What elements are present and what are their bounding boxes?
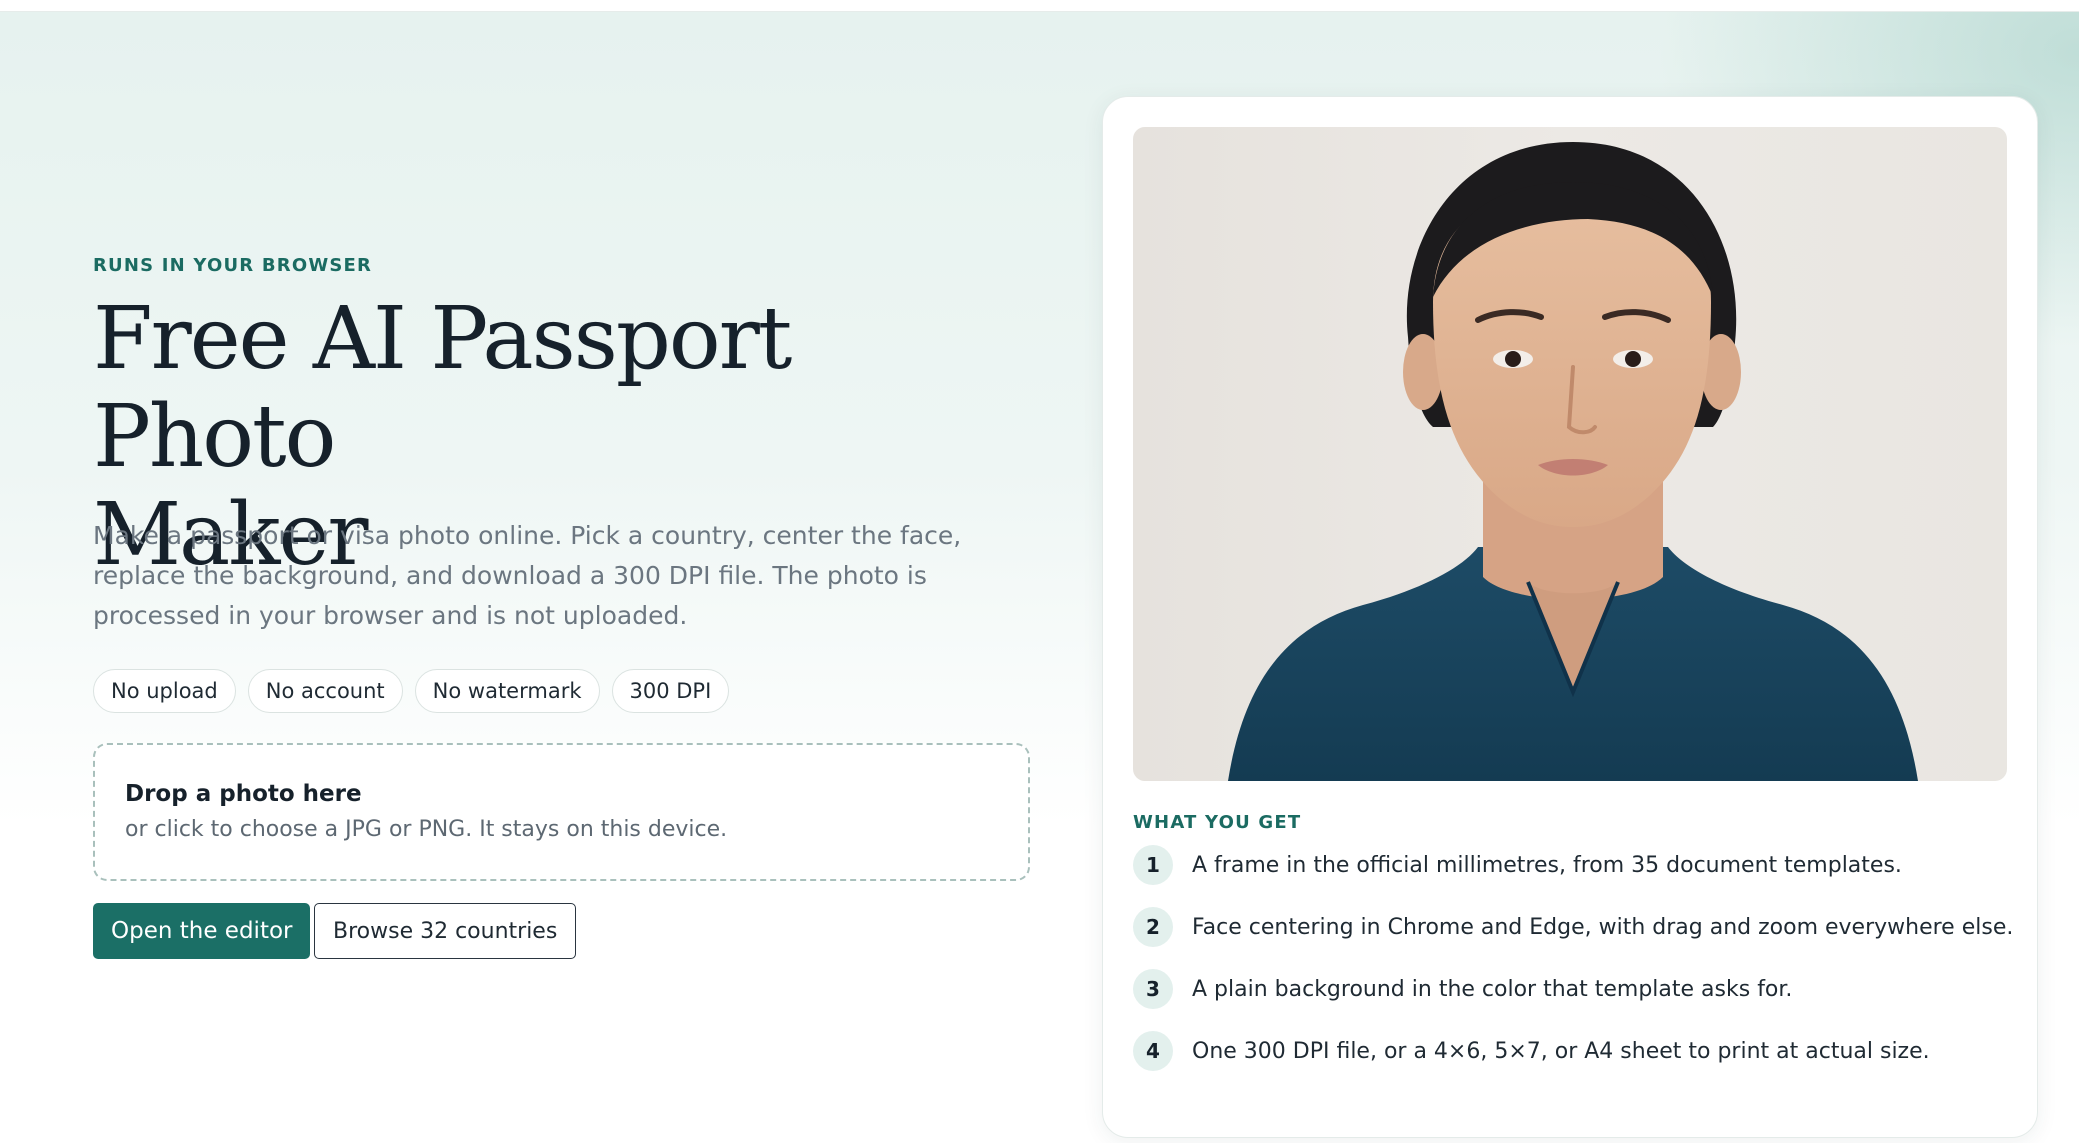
chip-no-upload: No upload — [93, 669, 236, 713]
sample-portrait-photo — [1133, 127, 2007, 781]
top-bar — [0, 0, 2079, 12]
browse-countries-button[interactable]: Browse 32 countries — [314, 903, 577, 959]
step-number-1: 1 — [1133, 845, 1173, 885]
hero-section: RUNS IN YOUR BROWSER Free AI Passport Ph… — [0, 12, 2079, 1143]
dropzone-title: Drop a photo here — [125, 781, 362, 807]
list-item: 4 One 300 DPI file, or a 4×6, 5×7, or A4… — [1133, 1031, 1930, 1071]
list-item: 2 Face centering in Chrome and Edge, wit… — [1133, 907, 2013, 947]
list-item: 1 A frame in the official millimetres, f… — [1133, 845, 1902, 885]
hero-subtitle: Make a passport or visa photo online. Pi… — [93, 521, 962, 630]
step-number-2: 2 — [1133, 907, 1173, 947]
step-number-4: 4 — [1133, 1031, 1173, 1071]
eyebrow-label: RUNS IN YOUR BROWSER — [93, 255, 373, 276]
feature-chips: No upload No account No watermark 300 DP… — [93, 669, 730, 713]
feature-text-1: A frame in the official millimetres, fro… — [1192, 852, 1902, 878]
photo-dropzone[interactable]: Drop a photo here or click to choose a J… — [93, 743, 1030, 881]
open-editor-button[interactable]: Open the editor — [93, 903, 311, 959]
chip-no-account: No account — [247, 669, 403, 713]
feature-text-2: Face centering in Chrome and Edge, with … — [1192, 914, 2014, 940]
title-line-1: Free AI Passport Photo — [93, 289, 792, 487]
dropzone-subtitle: or click to choose a JPG or PNG. It stay… — [125, 817, 728, 842]
chip-300-dpi: 300 DPI — [611, 669, 730, 713]
preview-card: WHAT YOU GET 1 A frame in the official m… — [1102, 96, 2038, 1138]
list-item: 3 A plain background in the color that t… — [1133, 969, 1792, 1009]
chip-no-watermark: No watermark — [414, 669, 600, 713]
feature-text-4: One 300 DPI file, or a 4×6, 5×7, or A4 s… — [1192, 1038, 1930, 1064]
feature-text-3: A plain background in the color that tem… — [1192, 976, 1793, 1002]
step-number-3: 3 — [1133, 969, 1173, 1009]
what-you-get-label: WHAT YOU GET — [1133, 812, 1302, 833]
